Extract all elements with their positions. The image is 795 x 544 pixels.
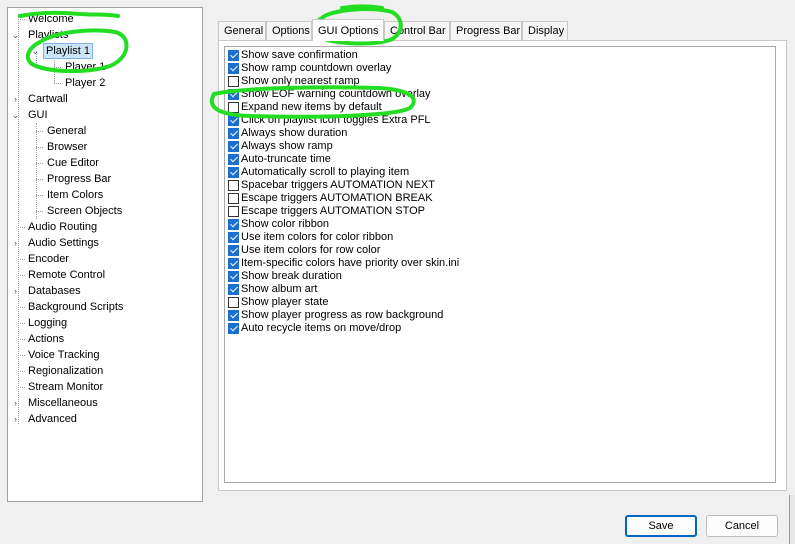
chevron-down-icon[interactable]: ⌄ — [11, 27, 20, 43]
tree-item-player-1[interactable]: Player 1 — [63, 59, 107, 75]
tab-control-bar[interactable]: Control Bar — [384, 21, 450, 40]
checkbox[interactable] — [228, 284, 239, 295]
tree-item-logging[interactable]: Logging — [26, 315, 69, 331]
checkbox[interactable] — [228, 193, 239, 204]
option-label: Auto-truncate time — [241, 153, 331, 165]
option-label: Use item colors for color ribbon — [241, 231, 394, 243]
chevron-right-icon[interactable]: › — [11, 395, 20, 411]
window-edge — [789, 495, 795, 544]
checkbox[interactable] — [228, 219, 239, 230]
tab-display[interactable]: Display — [522, 21, 568, 40]
checkbox[interactable] — [228, 63, 239, 74]
tab-general[interactable]: General — [218, 21, 266, 40]
checkbox[interactable] — [228, 128, 239, 139]
tree-item-remote-control[interactable]: Remote Control — [26, 267, 107, 283]
option-label: Always show duration — [241, 127, 348, 139]
option-label: Show ramp countdown overlay — [241, 62, 392, 74]
tree-item-audio-settings[interactable]: Audio Settings — [26, 235, 101, 251]
tree-item-audio-routing[interactable]: Audio Routing — [26, 219, 99, 235]
tree-item-actions[interactable]: Actions — [26, 331, 66, 347]
option-label: Click on playlist icon toggles Extra PFL — [241, 114, 431, 126]
tree-item-stream-monitor[interactable]: Stream Monitor — [26, 379, 105, 395]
tree-item-general[interactable]: General — [45, 123, 88, 139]
checkbox[interactable] — [228, 50, 239, 61]
tree-item-player-2[interactable]: Player 2 — [63, 75, 107, 91]
tree-item-regionalization[interactable]: Regionalization — [26, 363, 105, 379]
chevron-right-icon[interactable]: › — [11, 91, 20, 107]
option-label: Escape triggers AUTOMATION BREAK — [241, 192, 433, 204]
option-label: Show player progress as row background — [241, 309, 444, 321]
tree-item-cue-editor[interactable]: Cue Editor — [45, 155, 101, 171]
chevron-right-icon[interactable]: › — [11, 411, 20, 427]
checkbox[interactable] — [228, 232, 239, 243]
checkbox[interactable] — [228, 323, 239, 334]
tree-item-miscellaneous[interactable]: Miscellaneous — [26, 395, 100, 411]
checkbox[interactable] — [228, 180, 239, 191]
option-label: Automatically scroll to playing item — [241, 166, 410, 178]
option-label: Show break duration — [241, 270, 342, 282]
checkbox[interactable] — [228, 258, 239, 269]
option-label: Show album art — [241, 283, 318, 295]
checkbox[interactable] — [228, 102, 239, 113]
tree-item-gui[interactable]: GUI — [26, 107, 50, 123]
option-label: Escape triggers AUTOMATION STOP — [241, 205, 425, 217]
checkbox[interactable] — [228, 310, 239, 321]
checkbox[interactable] — [228, 76, 239, 87]
options-checklist[interactable]: Show save confirmation Show ramp countdow… — [224, 46, 776, 483]
tree-item-playlist-1[interactable]: Playlist 1 — [43, 43, 94, 59]
gui-options-panel: Show save confirmation Show ramp countdow… — [218, 40, 787, 491]
option-label: Show color ribbon — [241, 218, 330, 230]
option-label: Show player state — [241, 296, 329, 308]
tree-item-browser[interactable]: Browser — [45, 139, 89, 155]
option-label: Expand new items by default — [241, 101, 382, 113]
tree-item-item-colors[interactable]: Item Colors — [45, 187, 105, 203]
option-label: Show EOF warning countdown overlay — [241, 88, 431, 100]
option-label: Always show ramp — [241, 140, 333, 152]
chevron-down-icon[interactable]: ⌄ — [31, 43, 40, 59]
checkbox[interactable] — [228, 115, 239, 126]
tree-item-progress-bar[interactable]: Progress Bar — [45, 171, 113, 187]
tree-item-playlists[interactable]: Playlists — [26, 27, 70, 43]
settings-tree[interactable]: Welcome ⌄ Playlists ⌄ Playlist 1 Player … — [7, 7, 203, 502]
tree-item-encoder[interactable]: Encoder — [26, 251, 71, 267]
checkbox[interactable] — [228, 89, 239, 100]
save-button[interactable]: Save — [625, 515, 697, 537]
option-label: Show save confirmation — [241, 49, 358, 61]
tab-options[interactable]: Options — [266, 21, 312, 40]
chevron-right-icon[interactable]: › — [11, 235, 20, 251]
tree-item-screen-objects[interactable]: Screen Objects — [45, 203, 124, 219]
option-label: Item-specific colors have priority over … — [241, 257, 460, 269]
tree-item-welcome[interactable]: Welcome — [26, 11, 76, 27]
tab-gui-options[interactable]: GUI Options — [312, 19, 384, 41]
option-label: Use item colors for row color — [241, 244, 381, 256]
checkbox[interactable] — [228, 206, 239, 217]
option-label: Spacebar triggers AUTOMATION NEXT — [241, 179, 435, 191]
tree-item-background-scripts[interactable]: Background Scripts — [26, 299, 125, 315]
checkbox[interactable] — [228, 271, 239, 282]
chevron-down-icon[interactable]: ⌄ — [11, 107, 20, 123]
tree-item-voice-tracking[interactable]: Voice Tracking — [26, 347, 102, 363]
checkbox[interactable] — [228, 154, 239, 165]
tree-item-advanced[interactable]: Advanced — [26, 411, 79, 427]
checkbox[interactable] — [228, 141, 239, 152]
option-label: Auto recycle items on move/drop — [241, 322, 402, 334]
tree-item-cartwall[interactable]: Cartwall — [26, 91, 70, 107]
chevron-right-icon[interactable]: › — [11, 283, 20, 299]
tree-item-databases[interactable]: Databases — [26, 283, 83, 299]
checkbox[interactable] — [228, 245, 239, 256]
option-label: Show only nearest ramp — [241, 75, 360, 87]
cancel-button[interactable]: Cancel — [706, 515, 778, 537]
annotation-stroke-top — [340, 4, 384, 10]
checkbox[interactable] — [228, 167, 239, 178]
tab-progress-bar[interactable]: Progress Bar — [450, 21, 522, 40]
checkbox[interactable] — [228, 297, 239, 308]
